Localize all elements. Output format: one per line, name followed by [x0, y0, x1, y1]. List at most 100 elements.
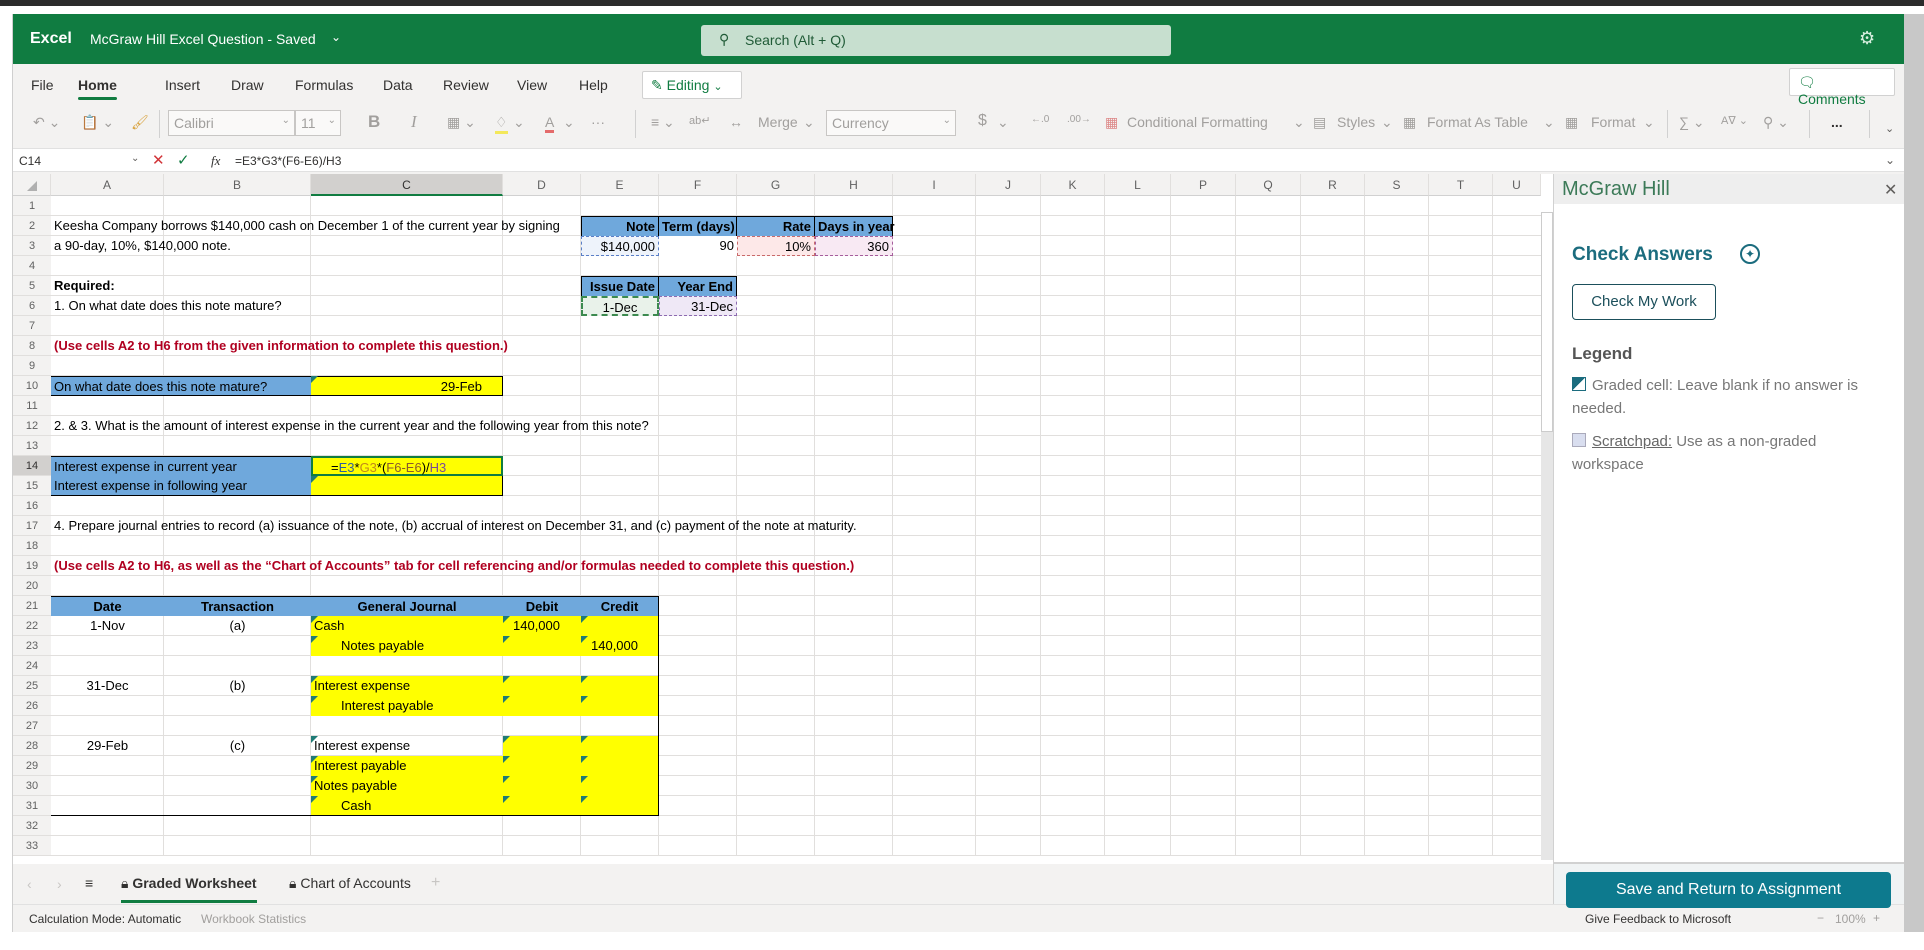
chevron-down-icon[interactable]: ⌄	[1543, 114, 1555, 131]
row-header-17[interactable]: 17	[13, 516, 51, 536]
journal-credit[interactable]	[581, 796, 659, 816]
row-header-9[interactable]: 9	[13, 356, 51, 376]
column-header-e[interactable]: E	[581, 174, 659, 196]
row-header-8[interactable]: 8	[13, 336, 51, 356]
zoom-out-icon[interactable]: −	[1817, 911, 1824, 925]
number-format-select[interactable]: Currency ⌄	[826, 110, 956, 136]
chevron-down-icon[interactable]: ⌄	[1293, 114, 1305, 131]
increase-decimal-icon[interactable]: ←.0	[1031, 114, 1049, 125]
row-header-30[interactable]: 30	[13, 776, 51, 796]
journal-debit[interactable]	[503, 696, 581, 716]
journal-debit[interactable]	[503, 736, 581, 756]
tab-file[interactable]: File	[31, 77, 54, 93]
tab-view[interactable]: View	[517, 77, 547, 93]
column-header-i[interactable]: I	[893, 174, 976, 196]
sheet-tab-chart-of-accounts[interactable]: 🔒︎ Chart of Accounts	[289, 875, 411, 892]
column-header-j[interactable]: J	[976, 174, 1041, 196]
all-sheets-menu-icon[interactable]: ≡	[85, 875, 93, 891]
row-header-28[interactable]: 28	[13, 736, 51, 756]
conditional-formatting-icon[interactable]: ▦	[1105, 114, 1118, 131]
journal-credit[interactable]	[581, 696, 659, 716]
feedback-link[interactable]: Give Feedback to Microsoft	[1585, 912, 1731, 926]
tab-home[interactable]: Home	[78, 77, 117, 100]
borders-icon[interactable]: ▦ ⌄	[447, 114, 476, 131]
format-cells-icon[interactable]: ▦	[1565, 114, 1578, 131]
maturity-date-answer[interactable]: 29-Feb	[311, 376, 503, 396]
row-header-2[interactable]: 2	[13, 216, 51, 236]
row-header-22[interactable]: 22	[13, 616, 51, 636]
bold-button[interactable]: B	[368, 112, 380, 132]
given-value-3[interactable]: 360	[815, 236, 893, 256]
wrap-text-icon[interactable]: ab↵	[689, 114, 710, 127]
currency-button[interactable]: $	[978, 112, 987, 130]
row-header-31[interactable]: 31	[13, 796, 51, 816]
column-header-l[interactable]: L	[1105, 174, 1171, 196]
journal-debit[interactable]	[503, 636, 581, 656]
more-options-icon[interactable]: ...	[1831, 114, 1843, 130]
formula-input[interactable]: =E3*G3*(F6-E6)/H3	[235, 154, 341, 168]
name-box[interactable]: C14	[19, 154, 41, 168]
styles-icon[interactable]: ▤	[1313, 114, 1326, 131]
tab-draw[interactable]: Draw	[231, 77, 264, 93]
column-header-c[interactable]: C	[311, 174, 503, 196]
journal-credit[interactable]	[581, 616, 659, 636]
column-header-f[interactable]: F	[659, 174, 737, 196]
sheet-tab-graded-worksheet[interactable]: 🔒︎ Graded Worksheet	[121, 875, 257, 903]
scratchpad-link[interactable]: Scratchpad:	[1592, 433, 1672, 450]
row-header-24[interactable]: 24	[13, 656, 51, 676]
row-header-12[interactable]: 12	[13, 416, 51, 436]
format-as-table-button[interactable]: Format As Table	[1427, 114, 1528, 130]
column-header-p[interactable]: P	[1171, 174, 1236, 196]
row-header-19[interactable]: 19	[13, 556, 51, 576]
row-header-6[interactable]: 6	[13, 296, 51, 316]
given-value-1[interactable]: 90	[659, 236, 737, 256]
paste-icon[interactable]: 📋 ⌄	[81, 114, 114, 131]
format-as-table-icon[interactable]: ▦	[1403, 114, 1416, 131]
merge-icon[interactable]: ↔	[729, 114, 743, 130]
add-sheet-icon[interactable]: +	[431, 874, 440, 892]
journal-credit[interactable]: 140,000	[581, 636, 659, 656]
chevron-down-icon[interactable]: ⌄	[513, 114, 525, 131]
chevron-down-icon[interactable]: ⌄	[563, 114, 575, 131]
conditional-formatting-button[interactable]: Conditional Formatting	[1127, 114, 1268, 130]
calculation-mode[interactable]: Calculation Mode: Automatic	[29, 912, 181, 926]
column-header-q[interactable]: Q	[1236, 174, 1301, 196]
zoom-level[interactable]: 100%	[1835, 912, 1866, 926]
autosum-icon[interactable]: ∑ ⌄	[1679, 114, 1705, 131]
row-header-27[interactable]: 27	[13, 716, 51, 736]
comments-button[interactable]: 🗨 Comments	[1789, 68, 1895, 107]
journal-account[interactable]: Cash	[311, 796, 503, 816]
chevron-down-icon[interactable]: ⌄	[997, 114, 1009, 131]
journal-account[interactable]: Interest payable	[311, 696, 503, 716]
journal-debit[interactable]	[503, 796, 581, 816]
row-header-33[interactable]: 33	[13, 836, 51, 856]
journal-account[interactable]: Notes payable	[311, 636, 503, 656]
journal-credit[interactable]	[581, 756, 659, 776]
issue-date-value[interactable]: 1-Dec	[581, 296, 659, 316]
column-header-k[interactable]: K	[1041, 174, 1105, 196]
column-header-r[interactable]: R	[1301, 174, 1365, 196]
journal-account[interactable]: Notes payable	[311, 776, 503, 796]
save-and-return-button[interactable]: Save and Return to Assignment	[1566, 872, 1891, 908]
styles-button[interactable]: Styles	[1337, 114, 1375, 130]
row-header-16[interactable]: 16	[13, 496, 51, 516]
column-header-d[interactable]: D	[503, 174, 581, 196]
column-header-u[interactable]: U	[1493, 174, 1541, 196]
row-header-11[interactable]: 11	[13, 396, 51, 416]
page-scrollbar[interactable]	[1904, 14, 1924, 932]
column-header-b[interactable]: B	[164, 174, 311, 196]
expand-formula-bar-icon[interactable]: ⌄	[1885, 153, 1895, 167]
select-all-corner[interactable]	[13, 174, 51, 196]
prev-sheet-icon[interactable]: ‹	[27, 876, 32, 892]
italic-button[interactable]: I	[411, 112, 417, 132]
decrease-decimal-icon[interactable]: .00→	[1067, 114, 1091, 125]
gear-icon[interactable]: ⚙	[1859, 28, 1875, 49]
close-icon[interactable]: ✕	[1884, 180, 1897, 200]
tab-help[interactable]: Help	[579, 77, 608, 93]
tab-data[interactable]: Data	[383, 77, 413, 93]
chevron-down-icon[interactable]: ⌄	[1381, 114, 1393, 131]
search-box[interactable]: ⚲ Search (Alt + Q)	[701, 25, 1171, 56]
row-header-32[interactable]: 32	[13, 816, 51, 836]
column-header-t[interactable]: T	[1429, 174, 1493, 196]
journal-account[interactable]: Interest payable	[311, 756, 503, 776]
